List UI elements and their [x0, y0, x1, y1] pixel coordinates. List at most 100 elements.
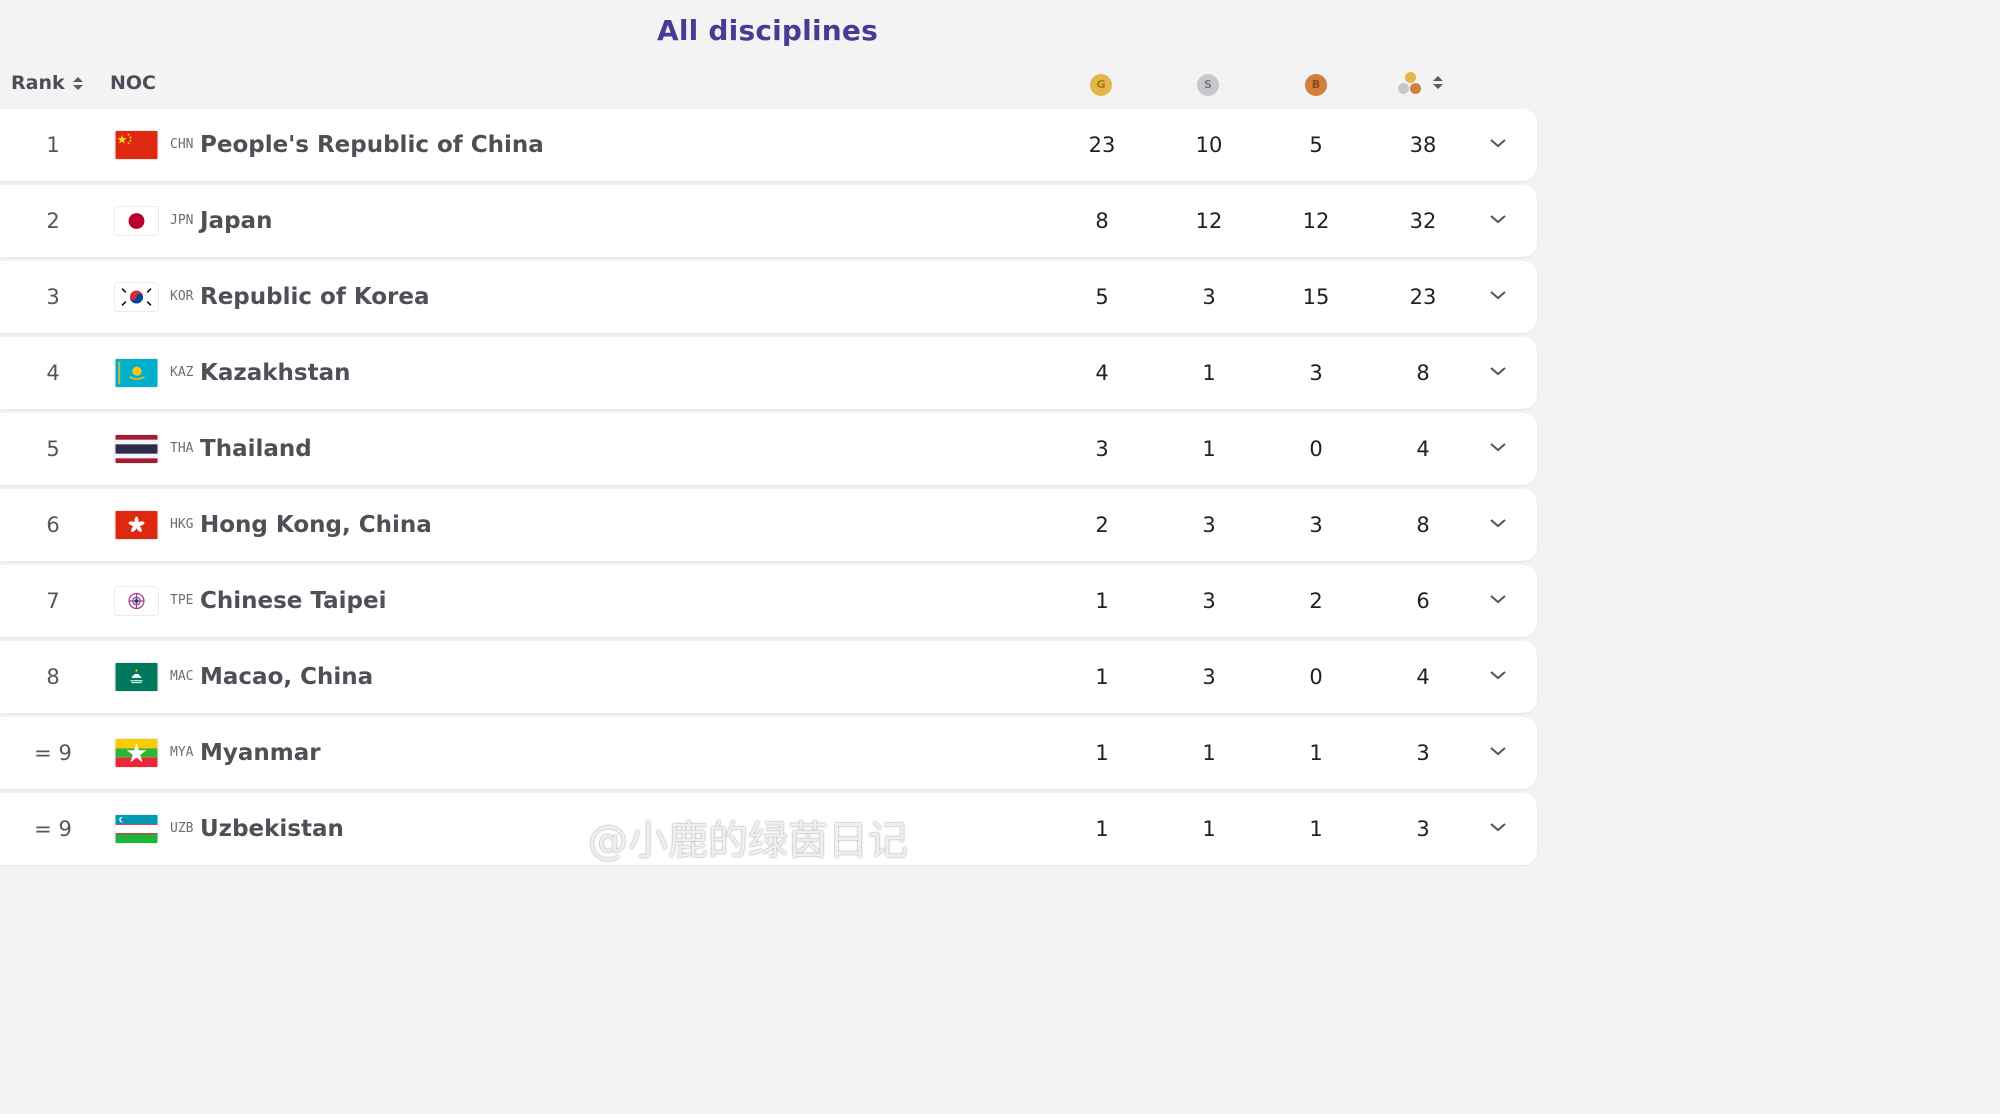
myanmar-flag-icon — [114, 738, 159, 768]
bronze-count: 12 — [1302, 209, 1330, 233]
country-name: People's Republic of China — [200, 132, 544, 158]
country-name: Myanmar — [200, 740, 321, 766]
noc-header-label: NOC — [110, 72, 156, 94]
gold-count: 8 — [1095, 209, 1109, 233]
table-row[interactable]: = 9 UZB Uzbekistan 1 1 1 3 — [0, 793, 1537, 865]
country-name: Uzbekistan — [200, 816, 344, 842]
silver-count: 3 — [1202, 513, 1216, 537]
rank-sort-header[interactable]: Rank — [11, 72, 83, 94]
medal-table: 1 CHN People's Republic of China 23 10 5… — [0, 109, 1537, 869]
sort-icon[interactable] — [72, 76, 83, 90]
total-count: 4 — [1416, 437, 1430, 461]
table-row[interactable]: 6 HKG Hong Kong, China 2 3 3 8 — [0, 489, 1537, 561]
bronze-count: 0 — [1309, 437, 1323, 461]
gold-medal-icon: G — [1090, 74, 1112, 96]
page-title: All disciplines — [657, 14, 878, 47]
country-name: Kazakhstan — [200, 360, 351, 386]
rank-header-label: Rank — [11, 72, 65, 94]
gold-count: 5 — [1095, 285, 1109, 309]
table-row[interactable]: 5 THA Thailand 3 1 0 4 — [0, 413, 1537, 485]
country-name: Republic of Korea — [200, 284, 430, 310]
chevron-down-icon[interactable] — [1489, 440, 1507, 454]
silver-count: 3 — [1202, 285, 1216, 309]
bronze-medal-icon: B — [1305, 74, 1327, 96]
silver-count: 1 — [1202, 817, 1216, 841]
chevron-down-icon[interactable] — [1489, 668, 1507, 682]
chevron-down-icon[interactable] — [1489, 212, 1507, 226]
country-name: Macao, China — [200, 664, 374, 690]
bronze-count: 1 — [1309, 741, 1323, 765]
chinese-taipei-flag-icon — [114, 586, 159, 616]
rank-cell: = 9 — [34, 817, 72, 841]
total-sort-icon[interactable] — [1433, 76, 1443, 89]
country-name: Hong Kong, China — [200, 512, 432, 538]
china-flag-icon — [114, 130, 159, 160]
rank-cell: 6 — [46, 513, 60, 537]
table-row[interactable]: 8 MAC Macao, China 1 3 0 4 — [0, 641, 1537, 713]
kazakhstan-flag-icon — [114, 358, 159, 388]
table-row[interactable]: 3 KOR Republic of Korea 5 3 15 23 — [0, 261, 1537, 333]
thailand-flag-icon — [114, 434, 159, 464]
noc-code: THA — [170, 441, 194, 456]
chevron-down-icon[interactable] — [1489, 820, 1507, 834]
korea-flag-icon — [114, 282, 159, 312]
chevron-down-icon[interactable] — [1489, 592, 1507, 606]
gold-count: 4 — [1095, 361, 1109, 385]
chevron-down-icon[interactable] — [1489, 744, 1507, 758]
total-count: 8 — [1416, 361, 1430, 385]
gold-count: 1 — [1095, 741, 1109, 765]
total-count: 32 — [1409, 209, 1437, 233]
macao-flag-icon — [114, 662, 159, 692]
table-row[interactable]: 2 JPN Japan 8 12 12 32 — [0, 185, 1537, 257]
gold-count: 1 — [1095, 589, 1109, 613]
silver-count: 1 — [1202, 361, 1216, 385]
noc-code: MAC — [170, 669, 194, 684]
gold-count: 1 — [1095, 665, 1109, 689]
rank-cell: 4 — [46, 361, 60, 385]
bronze-count: 15 — [1302, 285, 1330, 309]
noc-code: KOR — [170, 289, 194, 304]
silver-count: 3 — [1202, 589, 1216, 613]
gold-count: 2 — [1095, 513, 1109, 537]
chevron-down-icon[interactable] — [1489, 364, 1507, 378]
total-count: 4 — [1416, 665, 1430, 689]
silver-count: 1 — [1202, 437, 1216, 461]
table-row[interactable]: 7 TPE Chinese Taipei 1 3 2 6 — [0, 565, 1537, 637]
chevron-down-icon[interactable] — [1489, 288, 1507, 302]
silver-medal-icon: S — [1197, 74, 1219, 96]
bronze-count: 3 — [1309, 361, 1323, 385]
silver-count: 1 — [1202, 741, 1216, 765]
rank-cell: 7 — [46, 589, 60, 613]
total-count: 3 — [1416, 817, 1430, 841]
silver-count: 3 — [1202, 665, 1216, 689]
rank-cell: = 9 — [34, 741, 72, 765]
hong-kong-flag-icon — [114, 510, 159, 540]
gold-count: 23 — [1088, 133, 1116, 157]
total-count: 6 — [1416, 589, 1430, 613]
total-count: 38 — [1409, 133, 1437, 157]
bronze-count: 3 — [1309, 513, 1323, 537]
noc-code: MYA — [170, 745, 194, 760]
table-row[interactable]: = 9 MYA Myanmar 1 1 1 3 — [0, 717, 1537, 789]
gold-count: 1 — [1095, 817, 1109, 841]
gold-count: 3 — [1095, 437, 1109, 461]
chevron-down-icon[interactable] — [1489, 136, 1507, 150]
country-name: Chinese Taipei — [200, 588, 387, 614]
chevron-down-icon[interactable] — [1489, 516, 1507, 530]
noc-code: KAZ — [170, 365, 194, 380]
total-count: 3 — [1416, 741, 1430, 765]
rank-cell: 8 — [46, 665, 60, 689]
rank-cell: 2 — [46, 209, 60, 233]
bronze-count: 0 — [1309, 665, 1323, 689]
bronze-count: 1 — [1309, 817, 1323, 841]
japan-flag-icon — [114, 206, 159, 236]
table-header: Rank NOC G S B — [0, 62, 1536, 104]
country-name: Thailand — [200, 436, 312, 462]
noc-code: JPN — [170, 213, 194, 228]
total-medals-icon — [1398, 72, 1424, 98]
table-row[interactable]: 1 CHN People's Republic of China 23 10 5… — [0, 109, 1537, 181]
silver-count: 12 — [1195, 209, 1223, 233]
bronze-count: 5 — [1309, 133, 1323, 157]
table-row[interactable]: 4 KAZ Kazakhstan 4 1 3 8 — [0, 337, 1537, 409]
total-count: 8 — [1416, 513, 1430, 537]
